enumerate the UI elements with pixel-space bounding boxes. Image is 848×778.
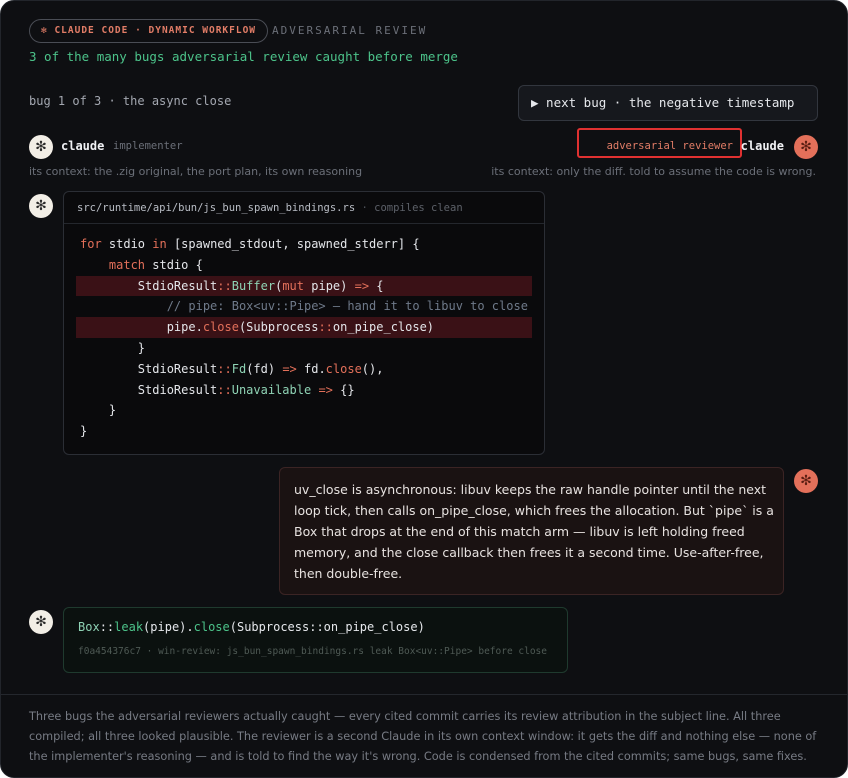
workflow-badge: ✻ CLAUDE CODE · DYNAMIC WORKFLOW [29, 19, 269, 43]
code-line: // pipe: Box<uv::Pipe> — hand it to libu… [166, 299, 528, 314]
code-line: } [80, 424, 88, 439]
file-path: src/runtime/api/bun/js_bun_spawn_binding… [77, 202, 356, 214]
section-kicker: ADVERSARIAL REVIEW [272, 24, 428, 37]
code-body: for stdio in [spawned_stdout, spawned_st… [64, 224, 544, 442]
implementer-role: implementer [113, 140, 183, 152]
page-headline: 3 of the many bugs adversarial review ca… [29, 49, 458, 64]
implementer-context: its context: the .zig original, the port… [29, 165, 363, 178]
compile-status: compiles clean [374, 202, 463, 214]
review-message: uv_close is asynchronous: libuv keeps th… [279, 467, 784, 595]
implementer-avatar-icon: ✻ [29, 135, 53, 159]
code-line: } [80, 403, 117, 418]
reviewer-name: claude [740, 139, 784, 153]
footer-note: Three bugs the adversarial reviewers act… [29, 710, 817, 763]
implementer-avatar-icon-2: ✻ [29, 194, 53, 218]
divider [1, 694, 847, 695]
implementer-name: claude [61, 139, 105, 153]
reviewer-avatar-icon: ✻ [794, 135, 818, 159]
fix-card: Box::leak(pipe).close(Subprocess::on_pip… [63, 607, 568, 673]
code-line: match stdio { [108, 257, 203, 272]
app-frame: ✻ CLAUDE CODE · DYNAMIC WORKFLOW ADVERSA… [0, 0, 848, 778]
code-line: StdioResult::Fd(fd) => fd.close(), [80, 361, 384, 376]
code-line-highlighted: StdioResult::Buffer(mut pipe) => { [76, 275, 532, 297]
reviewer-context: its context: only the diff. told to assu… [491, 165, 816, 178]
reviewer-role: adversarial reviewer [606, 140, 733, 152]
code-card: src/runtime/api/bun/js_bun_spawn_binding… [63, 191, 545, 455]
next-bug-button[interactable]: ▶ next bug · the negative timestamp [518, 85, 818, 121]
code-line: StdioResult::Unavailable => {} [80, 382, 355, 397]
code-header: src/runtime/api/bun/js_bun_spawn_binding… [64, 192, 544, 224]
bug-counter: bug 1 of 3 · the async close [29, 94, 232, 108]
code-line-highlighted: pipe.close(Subprocess::on_pipe_close) [76, 317, 532, 338]
implementer-avatar-icon-3: ✻ [29, 610, 53, 634]
code-line: for stdio in [spawned_stdout, spawned_st… [80, 237, 420, 251]
fix-commit: f0a454376c7 · win-review: js_bun_spawn_b… [78, 646, 547, 657]
code-line: } [80, 340, 146, 355]
reviewer-avatar-icon-2: ✻ [794, 469, 818, 493]
fix-code-line: Box::leak(pipe).close(Subprocess::on_pip… [78, 620, 425, 634]
